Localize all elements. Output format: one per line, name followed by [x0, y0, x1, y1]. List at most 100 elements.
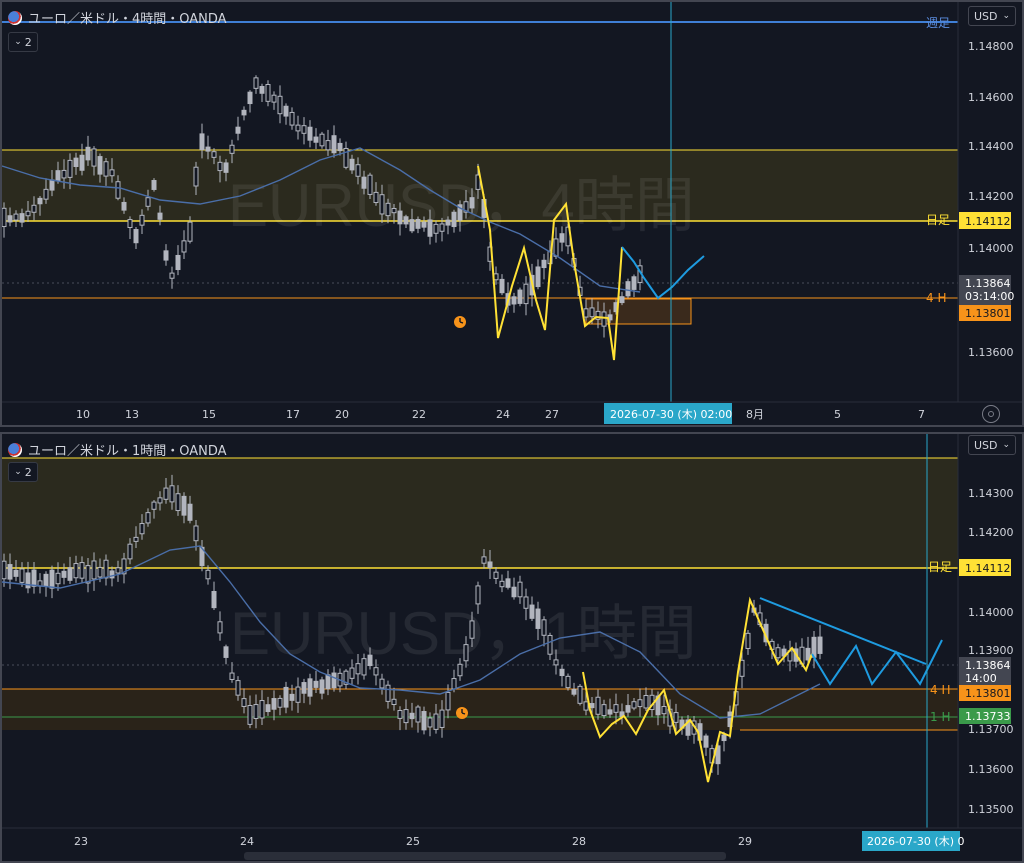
candle-body	[199, 133, 205, 151]
candle-body	[307, 678, 313, 697]
candle-body	[451, 678, 457, 690]
candle-body	[499, 580, 505, 588]
candle-body	[13, 569, 19, 577]
time-label: 28	[572, 835, 586, 848]
candle-body	[511, 586, 517, 598]
candle-body	[817, 636, 823, 654]
h1-price-badge-text: 1.13733	[965, 710, 1011, 723]
chart-settings-gear-icon[interactable]	[982, 405, 1000, 423]
h4-line-label: 4 H	[930, 683, 950, 697]
candle-body	[235, 126, 241, 134]
candle-body	[1, 560, 7, 580]
candle-body	[433, 223, 439, 234]
alarm-clock-icon[interactable]	[456, 707, 468, 719]
weekly-line-label: 週足	[926, 16, 950, 30]
symbol-title[interactable]: ユーロ／米ドル・4時間・OANDA	[8, 8, 227, 27]
alarm-clock-icon[interactable]	[454, 316, 466, 328]
timeline-scrollbar[interactable]	[244, 852, 726, 860]
candle-body	[379, 194, 385, 215]
candle-body	[523, 283, 529, 305]
candle-body	[277, 95, 283, 115]
time-label: 8月	[746, 408, 764, 421]
candle-body	[385, 684, 391, 702]
h1-line-label: 1 H	[930, 710, 950, 724]
price-label: 1.13900	[968, 644, 1014, 657]
candle-body	[661, 706, 667, 715]
candle-body	[193, 166, 199, 187]
candle-body	[109, 169, 115, 177]
candle-body	[529, 604, 535, 619]
candle-body	[271, 698, 277, 710]
candle-body	[91, 560, 97, 580]
indicator-count: 2	[24, 35, 32, 49]
candle-body	[1, 207, 7, 228]
symbol-title[interactable]: ユーロ／米ドル・1時間・OANDA	[8, 440, 227, 459]
candle-body	[361, 176, 367, 189]
candle-body	[295, 686, 301, 703]
candle-body	[541, 259, 547, 269]
candle-body	[253, 77, 259, 89]
candle-body	[631, 276, 637, 290]
indicator-collapse-button[interactable]: ⌄ 2	[8, 462, 38, 482]
currency-select[interactable]: USD ⌄	[968, 6, 1016, 26]
candle-body	[19, 213, 25, 223]
candle-body	[601, 704, 607, 717]
symbol-title-text: ユーロ／米ドル・1時間・OANDA	[28, 444, 227, 459]
candle-body	[421, 221, 427, 228]
candle-body	[277, 697, 283, 708]
candle-body	[319, 679, 325, 694]
candle-body	[331, 672, 337, 689]
candle-body	[301, 125, 307, 134]
time-label: 29	[738, 835, 752, 848]
chevron-down-icon: ⌄	[14, 37, 22, 47]
candle-body	[613, 704, 619, 713]
indicator-collapse-button[interactable]: ⌄ 2	[8, 32, 38, 52]
candle-body	[349, 667, 355, 679]
candle-body	[547, 634, 553, 655]
time-label: 15	[202, 408, 216, 421]
candle-body	[103, 161, 109, 177]
current-price-text: 1.13864	[965, 277, 1011, 290]
candle-body	[313, 136, 319, 143]
candle-body	[43, 573, 49, 587]
price-label: 1.14800	[968, 40, 1014, 53]
candle-body	[379, 678, 385, 689]
time-label: 13	[125, 408, 139, 421]
candle-body	[505, 578, 511, 588]
h4-zone	[2, 689, 958, 730]
candle-body	[55, 170, 61, 182]
watermark: EURUSD，1時間	[230, 600, 697, 667]
candle-body	[565, 675, 571, 689]
candle-body	[157, 212, 163, 220]
chart-canvas-4h[interactable]: EURUSD，4時間 1.14800 1.14600 1.14400	[0, 0, 1024, 427]
candle-body	[391, 698, 397, 705]
candle-body	[85, 565, 91, 584]
candle-body	[517, 581, 523, 598]
currency-select[interactable]: USD ⌄	[968, 435, 1016, 455]
indicator-count: 2	[24, 465, 32, 479]
candle-body	[151, 180, 157, 190]
candle-body	[631, 701, 637, 709]
crosshair-date-text: 2026-07-30 (木) 02:00	[610, 408, 732, 421]
candle-body	[175, 493, 181, 512]
chart-canvas-1h[interactable]: EURUSD，1時間 1.14300 1.14200 1.14000 1.139…	[0, 432, 1024, 863]
candle-body	[283, 686, 289, 708]
candle-body	[289, 111, 295, 126]
candle-body	[13, 213, 19, 221]
price-label: 1.14600	[968, 91, 1014, 104]
chart-pane-1h[interactable]: EURUSD，1時間 1.14300 1.14200 1.14000 1.139…	[0, 432, 1024, 863]
candle-body	[625, 705, 631, 713]
candle-body	[445, 691, 451, 711]
candle-body	[601, 311, 607, 327]
candle-body	[295, 124, 301, 132]
candle-body	[427, 717, 433, 728]
chart-pane-4h[interactable]: EURUSD，4時間 1.14800 1.14600 1.14400	[0, 0, 1024, 427]
currency-select-value: USD	[974, 438, 998, 452]
candle-body	[181, 240, 187, 253]
time-label: 25	[406, 835, 420, 848]
candle-body	[73, 563, 79, 579]
candle-body	[457, 663, 463, 677]
candle-body	[145, 512, 151, 524]
candle-body	[427, 219, 433, 237]
candle-body	[73, 157, 79, 168]
